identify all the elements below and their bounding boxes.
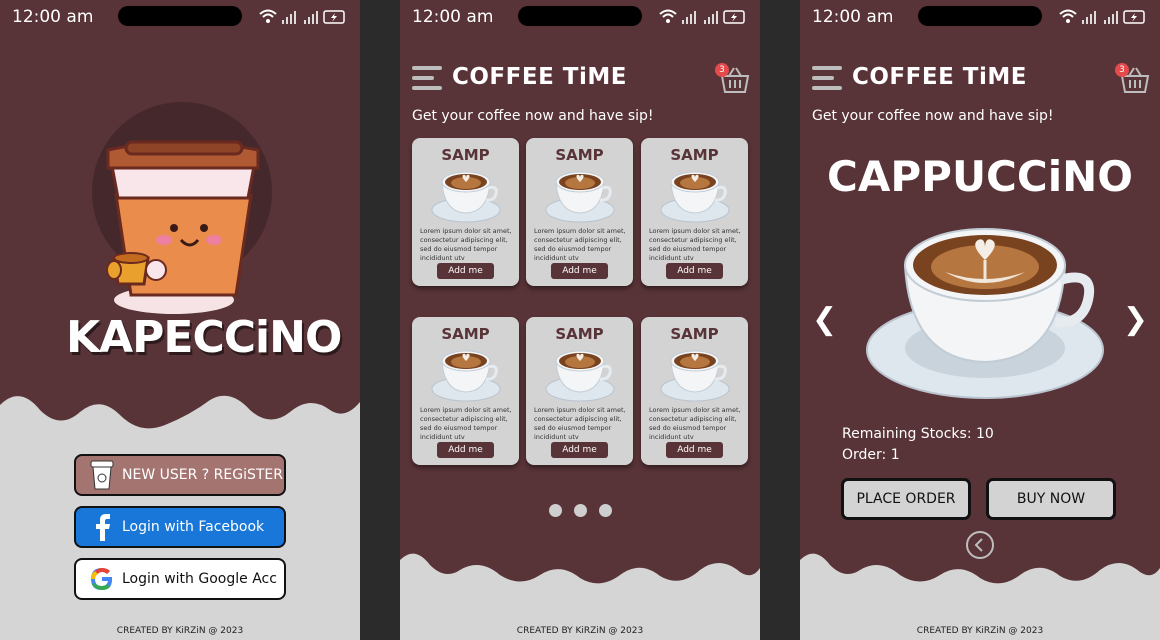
- product-card[interactable]: SAMP Lorem ipsum dolor sit amet, consecte…: [412, 317, 519, 465]
- tagline: Get your coffee now and have sip!: [812, 108, 1054, 124]
- previous-arrow-icon[interactable]: ❮: [812, 302, 837, 337]
- camera-notch: [918, 6, 1042, 26]
- camera-notch: [118, 6, 242, 26]
- hamburger-menu-icon[interactable]: [412, 66, 442, 96]
- cart-button[interactable]: 3: [715, 63, 750, 94]
- card-title: SAMP: [670, 325, 719, 343]
- add-me-button[interactable]: Add me: [437, 442, 494, 458]
- remaining-stocks: Remaining Stocks: 10: [842, 426, 994, 442]
- product-card[interactable]: SAMP Lorem ipsum dolor sit amet, consecte…: [526, 317, 633, 465]
- footer-credit: CREATED BY KiRZiN @ 2023: [516, 626, 644, 636]
- google-login-button[interactable]: Login with Google Acc: [74, 558, 286, 600]
- footer-credit: CREATED BY KiRZiN @ 2023: [116, 626, 244, 636]
- pagination-dots[interactable]: [400, 502, 760, 521]
- page-dot[interactable]: [573, 504, 587, 517]
- cappuccino-image: [866, 228, 1104, 399]
- product-card[interactable]: SAMP Lorem ipsum dolor sit amet, consecte…: [412, 138, 519, 286]
- cup-icon: [86, 459, 118, 491]
- status-icons: [259, 9, 345, 24]
- card-description: Lorem ipsum dolor sit amet, consectetur …: [649, 406, 741, 441]
- status-bar: 12:00 am: [400, 0, 760, 34]
- status-time: 12:00 am: [412, 7, 494, 27]
- coffee-cup-image: [545, 171, 615, 223]
- facebook-label: Login with Facebook: [122, 519, 265, 535]
- coffee-cup-image: [660, 350, 730, 402]
- card-description: Lorem ipsum dolor sit amet, consectetur …: [649, 227, 741, 262]
- card-title: SAMP: [555, 325, 604, 343]
- status-time: 12:00 am: [812, 7, 894, 27]
- tagline: Get your coffee now and have sip!: [412, 108, 654, 124]
- facebook-icon: [86, 511, 118, 543]
- card-description: Lorem ipsum dolor sit amet, consectetur …: [420, 406, 512, 441]
- cart-badge: 3: [1115, 63, 1129, 77]
- card-description: Lorem ipsum dolor sit amet, consectetur …: [420, 227, 512, 262]
- app-title: COFFEE TiME: [852, 64, 1027, 90]
- brand-logo: KAPECCiNO: [66, 312, 342, 363]
- product-name: CAPPUCCiNO: [827, 152, 1133, 201]
- register-label: NEW USER ? REGiSTER: [122, 467, 283, 483]
- page-dot[interactable]: [548, 504, 562, 517]
- hamburger-menu-icon[interactable]: [812, 66, 842, 96]
- status-icons: [1059, 9, 1145, 24]
- product-screen: 12:00 am COFFEE TiME 3 Get your coffee n…: [800, 0, 1160, 640]
- chevron-left-icon: [974, 538, 983, 552]
- back-button[interactable]: [966, 531, 994, 559]
- add-me-button[interactable]: Add me: [551, 263, 608, 279]
- coffee-cup-image: [660, 171, 730, 223]
- app-title: COFFEE TiME: [452, 64, 627, 90]
- coffee-cup-image: [545, 350, 615, 402]
- status-icons: [659, 9, 745, 24]
- menu-screen: 12:00 am COFFEE TiME 3 Get your coffee n…: [400, 0, 760, 640]
- buy-now-button[interactable]: BUY NOW: [986, 478, 1116, 520]
- product-card[interactable]: SAMP Lorem ipsum dolor sit amet, consecte…: [641, 317, 748, 465]
- cart-badge: 3: [715, 63, 729, 77]
- card-description: Lorem ipsum dolor sit amet, consectetur …: [534, 406, 626, 441]
- google-icon: [86, 563, 118, 595]
- card-title: SAMP: [441, 325, 490, 343]
- mascot-illustration: [92, 102, 272, 314]
- register-button[interactable]: NEW USER ? REGiSTER: [74, 454, 286, 496]
- cart-button[interactable]: 3: [1115, 63, 1150, 94]
- status-bar: 12:00 am: [0, 0, 360, 34]
- status-bar: 12:00 am: [800, 0, 1160, 34]
- welcome-screen: 12:00 am KAPECCiNO NEW USER ? REGiSTER L…: [0, 0, 360, 640]
- google-label: Login with Google Acc: [122, 571, 277, 587]
- status-time: 12:00 am: [12, 7, 94, 27]
- next-arrow-icon[interactable]: ❯: [1123, 302, 1148, 337]
- page-dot[interactable]: [598, 504, 612, 517]
- add-me-button[interactable]: Add me: [666, 263, 723, 279]
- card-title: SAMP: [441, 146, 490, 164]
- add-me-button[interactable]: Add me: [437, 263, 494, 279]
- add-me-button[interactable]: Add me: [666, 442, 723, 458]
- order-quantity: Order: 1: [842, 447, 900, 463]
- camera-notch: [518, 6, 642, 26]
- coffee-cup-image: [431, 171, 501, 223]
- facebook-login-button[interactable]: Login with Facebook: [74, 506, 286, 548]
- card-title: SAMP: [555, 146, 604, 164]
- card-description: Lorem ipsum dolor sit amet, consectetur …: [534, 227, 626, 262]
- product-card[interactable]: SAMP Lorem ipsum dolor sit amet, consecte…: [526, 138, 633, 286]
- place-order-button[interactable]: PLACE ORDER: [841, 478, 971, 520]
- coffee-cup-image: [431, 350, 501, 402]
- product-card[interactable]: SAMP Lorem ipsum dolor sit amet, consecte…: [641, 138, 748, 286]
- add-me-button[interactable]: Add me: [551, 442, 608, 458]
- card-title: SAMP: [670, 146, 719, 164]
- footer-credit: CREATED BY KiRZiN @ 2023: [916, 626, 1044, 636]
